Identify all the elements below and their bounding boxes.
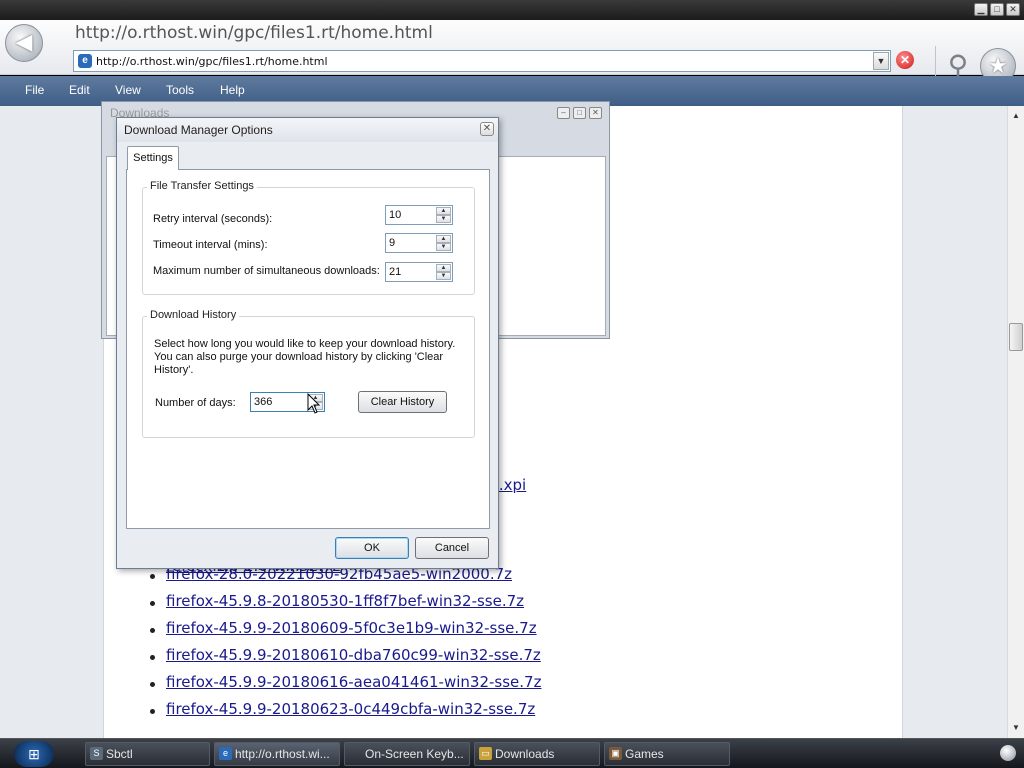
download-manager-options-dialog: Download Manager Options ✕ Settings File… (116, 117, 499, 569)
download-link[interactable]: firefox-45.9.9-20180623-0c449cbfa-win32-… (166, 700, 535, 718)
menu-help[interactable]: Help (220, 83, 245, 97)
timeout-interval-stepper[interactable]: ▲ ▼ (385, 233, 453, 253)
file-transfer-group: File Transfer Settings Retry interval (s… (142, 180, 475, 295)
taskbar-item-label: Games (625, 747, 664, 761)
games-icon: ▣ (609, 747, 622, 760)
timeout-interval-input[interactable] (389, 236, 433, 250)
taskbar-item-on-screen-keyboard[interactable]: On-Screen Keyb... (344, 742, 470, 766)
list-item: firefox-28.0-20221030-92fb45ae5-win2000.… (148, 565, 541, 592)
timeout-interval-label: Timeout interval (mins): (153, 239, 268, 251)
download-link[interactable]: firefox-45.9.8-20180530-1ff8f7bef-win32-… (166, 592, 524, 610)
list-item: firefox-45.9.9-20180616-aea041461-win32-… (148, 673, 541, 700)
taskbar-item-label: Sbctl (106, 747, 133, 761)
list-item: firefox-45.9.9-20180609-5f0c3e1b9-win32-… (148, 619, 541, 646)
retry-interval-stepper[interactable]: ▲ ▼ (385, 205, 453, 225)
list-item: firefox-45.9.8-20180530-1ff8f7bef-win32-… (148, 592, 541, 619)
downloads-maximize-button[interactable]: □ (573, 107, 586, 119)
show-desktop-icon[interactable] (1000, 745, 1016, 761)
retry-interval-input[interactable] (389, 208, 433, 222)
vertical-scrollbar[interactable]: ▲ ▼ (1007, 106, 1024, 738)
ok-button[interactable]: OK (335, 537, 409, 559)
address-input[interactable] (96, 53, 866, 69)
spin-up-icon[interactable]: ▲ (436, 235, 451, 243)
download-link[interactable]: firefox-45.9.9-20180609-5f0c3e1b9-win32-… (166, 619, 537, 637)
cancel-button[interactable]: Cancel (415, 537, 489, 559)
list-item: firefox-45.9.9-20180610-dba760c99-win32-… (148, 646, 541, 673)
windows-start-icon[interactable]: ⊞ (14, 741, 54, 767)
spin-down-icon[interactable]: ▼ (436, 272, 451, 280)
scroll-down-icon[interactable]: ▼ (1008, 720, 1024, 736)
taskbar: ⊞ S Sbctl e http://o.rthost.wi... On-Scr… (0, 738, 1024, 768)
scroll-up-icon[interactable]: ▲ (1008, 108, 1024, 124)
download-link[interactable]: firefox-45.9.9-20180616-aea041461-win32-… (166, 673, 541, 691)
maximize-button[interactable]: □ (990, 3, 1004, 16)
close-window-button[interactable]: ✕ (1006, 3, 1020, 16)
taskbar-item-label: Downloads (495, 747, 555, 761)
taskbar-item-sbctl[interactable]: S Sbctl (85, 742, 210, 766)
browser-icon: e (219, 747, 232, 760)
list-item: firefox-45.9.9-20180623-0c449cbfa-win32-… (148, 700, 541, 727)
dialog-titlebar: Download Manager Options ✕ (117, 118, 498, 142)
max-downloads-input[interactable] (389, 265, 433, 279)
downloads-close-button[interactable]: ✕ (589, 107, 602, 119)
download-history-legend: Download History (147, 309, 240, 321)
taskbar-item-label: On-Screen Keyb... (365, 747, 464, 761)
stop-icon[interactable]: ✕ (896, 51, 914, 69)
scroll-thumb[interactable] (1009, 323, 1023, 351)
minimize-button[interactable]: ▁ (974, 3, 988, 16)
taskbar-item-browser[interactable]: e http://o.rthost.wi... (214, 742, 340, 766)
max-downloads-stepper[interactable]: ▲ ▼ (385, 262, 453, 282)
number-of-days-input[interactable] (254, 395, 298, 409)
window-titlebar: ▁ □ ✕ (0, 0, 1024, 20)
download-link[interactable]: firefox-45.9.9-20180610-dba760c99-win32-… (166, 646, 541, 664)
taskbar-item-downloads[interactable]: ▭ Downloads (474, 742, 600, 766)
clear-history-button[interactable]: Clear History (358, 391, 447, 413)
address-bar[interactable]: e ▼ (73, 50, 891, 72)
mouse-cursor-icon (307, 393, 321, 414)
browser-toolbar: ◀ http://o.rthost.win/gpc/files1.rt/home… (0, 20, 1024, 86)
back-arrow-icon[interactable]: ◀ (5, 24, 43, 62)
file-transfer-legend: File Transfer Settings (147, 180, 257, 192)
page-icon: e (78, 54, 92, 68)
spin-down-icon[interactable]: ▼ (436, 243, 451, 251)
taskbar-item-games[interactable]: ▣ Games (604, 742, 730, 766)
menu-tools[interactable]: Tools (166, 83, 194, 97)
settings-tab-panel: File Transfer Settings Retry interval (s… (126, 169, 490, 529)
max-downloads-label: Maximum number of simultaneous downloads… (153, 265, 380, 277)
dialog-close-icon[interactable]: ✕ (480, 122, 494, 136)
retry-interval-label: Retry interval (seconds): (153, 213, 273, 225)
download-link-list: firefox-28.0-20221030-92fb45ae5-win2000.… (148, 565, 541, 727)
dialog-title: Download Manager Options (124, 123, 273, 137)
address-dropdown-button[interactable]: ▼ (873, 52, 889, 70)
download-history-description: Select how long you would like to keep y… (154, 338, 456, 376)
page-title: http://o.rthost.win/gpc/files1.rt/home.h… (75, 23, 433, 43)
spin-up-icon[interactable]: ▲ (436, 264, 451, 272)
download-history-group: Download History Select how long you wou… (142, 309, 475, 438)
taskbar-item-label: http://o.rthost.wi... (235, 747, 330, 761)
menu-view[interactable]: View (115, 83, 141, 97)
menu-edit[interactable]: Edit (69, 83, 90, 97)
tab-settings[interactable]: Settings (127, 146, 179, 170)
spin-up-icon[interactable]: ▲ (436, 207, 451, 215)
downloads-minimize-button[interactable]: – (557, 107, 570, 119)
menu-file[interactable]: File (25, 83, 44, 97)
number-of-days-label: Number of days: (155, 397, 236, 409)
spin-down-icon[interactable]: ▼ (436, 215, 451, 223)
folder-icon: ▭ (479, 747, 492, 760)
app-icon: S (90, 747, 103, 760)
